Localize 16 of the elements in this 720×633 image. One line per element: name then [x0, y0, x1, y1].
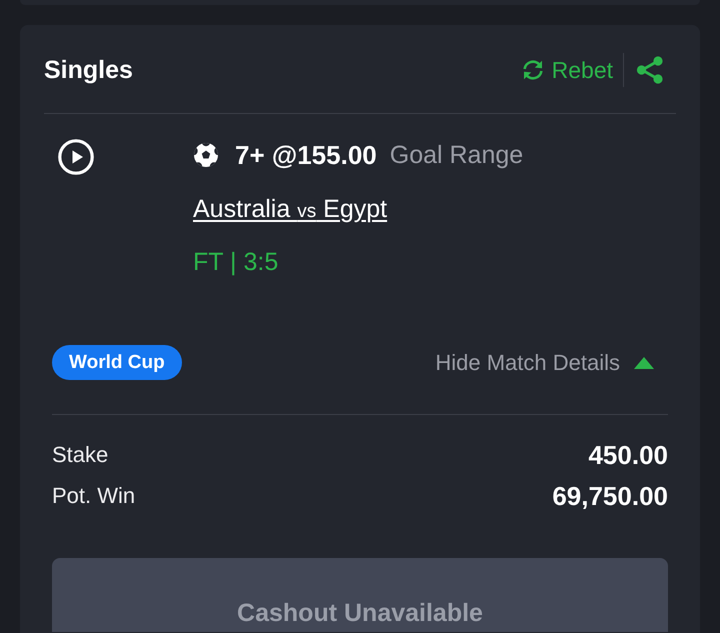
- share-icon[interactable]: [636, 56, 664, 84]
- summary-label: Stake: [52, 442, 108, 468]
- summary-value: 450.00: [588, 440, 668, 470]
- market-name: Goal Range: [390, 140, 524, 170]
- refresh-icon: [520, 58, 545, 82]
- match-link[interactable]: Australia vs Egypt: [193, 192, 388, 229]
- summary-value: 69,750.00: [552, 480, 668, 512]
- pick-odds: 7+ @155.00: [235, 140, 377, 170]
- soccer-ball-icon: [193, 142, 219, 168]
- section-title: Singles: [44, 56, 133, 84]
- match-result: FT | 3:5: [193, 247, 280, 278]
- hide-details-button[interactable]: Hide Match Details: [435, 348, 668, 376]
- competition-badge: World Cup: [52, 345, 182, 380]
- rebet-button[interactable]: Rebet: [520, 56, 613, 84]
- play-icon[interactable]: [58, 139, 94, 175]
- summary-label: Pot. Win: [52, 483, 136, 509]
